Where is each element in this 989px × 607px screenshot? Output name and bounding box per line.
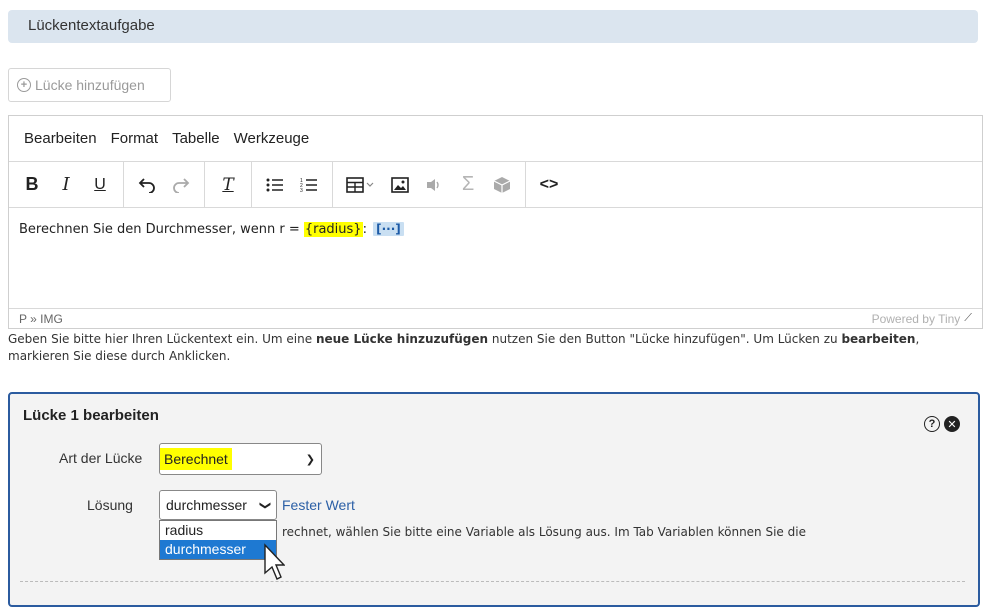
menu-table[interactable]: Tabelle xyxy=(172,130,220,147)
solution-label: Lösung xyxy=(87,497,133,513)
undo-icon[interactable] xyxy=(130,168,164,202)
divider xyxy=(20,581,965,582)
fixed-value-link[interactable]: Fester Wert xyxy=(282,497,355,513)
help-line2: markieren Sie diese durch Anklicken. xyxy=(8,349,231,363)
help-part3: , xyxy=(915,332,920,346)
svg-text:3: 3 xyxy=(300,188,303,193)
resize-handle-icon[interactable]: ⟋ xyxy=(964,312,972,325)
chevron-down-icon: ❯ xyxy=(258,500,271,510)
close-icon[interactable]: ✕ xyxy=(944,416,960,432)
gap-placeholder[interactable]: [···] xyxy=(373,222,404,236)
redo-icon[interactable] xyxy=(164,168,198,202)
solution-dropdown-list: radius durchmesser xyxy=(159,520,277,560)
help-icon[interactable]: ? xyxy=(924,416,940,432)
question-text: Berechnen Sie den Durchmesser, wenn r = xyxy=(19,222,304,237)
option-durchmesser[interactable]: durchmesser xyxy=(160,540,276,559)
chevron-down-icon: ❯ xyxy=(305,453,315,466)
solution-select[interactable]: durchmesser ❯ xyxy=(159,490,277,520)
section-header: Lückentextaufgabe xyxy=(8,10,978,43)
plus-circle-icon: + xyxy=(17,78,31,92)
table-icon[interactable] xyxy=(339,168,383,202)
section-title: Lückentextaufgabe xyxy=(28,17,155,34)
image-icon[interactable] xyxy=(383,168,417,202)
menu-format[interactable]: Format xyxy=(111,130,159,147)
powered-by-tiny[interactable]: Powered by Tiny xyxy=(872,312,961,326)
help-bold2: bearbeiten xyxy=(841,332,916,346)
editor-toolbar: B I U T 123 Σ <> xyxy=(9,162,982,208)
solution-value: durchmesser xyxy=(166,497,247,513)
mouse-cursor-icon xyxy=(263,543,286,588)
clear-format-icon[interactable]: T xyxy=(211,168,245,202)
source-code-icon[interactable]: <> xyxy=(532,168,566,202)
audio-icon[interactable] xyxy=(417,168,451,202)
element-path[interactable]: P » IMG xyxy=(19,312,63,326)
colon-text: : xyxy=(362,222,372,237)
numbered-list-icon[interactable]: 123 xyxy=(292,168,326,202)
editor-statusbar: P » IMG Powered by Tiny ⟋ xyxy=(9,308,982,328)
add-gap-button[interactable]: + Lücke hinzufügen xyxy=(8,68,171,102)
solution-info-text: rechnet, wählen Sie bitte eine Variable … xyxy=(282,525,806,539)
gap-edit-panel: Lücke 1 bearbeiten ? ✕ xyxy=(8,392,980,607)
gap-type-value: Berechnet xyxy=(160,448,232,470)
underline-icon[interactable]: U xyxy=(83,168,117,202)
editor-content[interactable]: Berechnen Sie den Durchmesser, wenn r = … xyxy=(9,208,982,308)
bullet-list-icon[interactable] xyxy=(258,168,292,202)
menu-edit[interactable]: Bearbeiten xyxy=(24,130,97,147)
rich-text-editor: Bearbeiten Format Tabelle Werkzeuge B I … xyxy=(8,115,983,329)
formula-icon[interactable]: Σ xyxy=(451,168,485,202)
help-bold1: neue Lücke hinzuzufügen xyxy=(315,332,489,346)
gap-panel-title: Lücke 1 bearbeiten xyxy=(23,407,159,424)
bold-icon[interactable]: B xyxy=(15,168,49,202)
help-part2: nutzen Sie den Button "Lücke hinzufügen"… xyxy=(488,332,842,346)
menu-tools[interactable]: Werkzeuge xyxy=(234,130,310,147)
gap-type-label: Art der Lücke xyxy=(59,450,143,466)
help-part1: Geben Sie bitte hier Ihren Lückentext ei… xyxy=(8,332,316,346)
variable-radius[interactable]: {radius} xyxy=(303,222,363,237)
editor-menubar: Bearbeiten Format Tabelle Werkzeuge xyxy=(9,116,982,162)
help-text: Geben Sie bitte hier Ihren Lückentext ei… xyxy=(8,331,968,365)
add-gap-label: Lücke hinzufügen xyxy=(35,77,145,93)
italic-icon[interactable]: I xyxy=(49,168,83,202)
gap-type-select[interactable]: Berechnet ❯ xyxy=(159,443,322,475)
option-radius[interactable]: radius xyxy=(160,521,276,540)
3d-object-icon[interactable] xyxy=(485,168,519,202)
